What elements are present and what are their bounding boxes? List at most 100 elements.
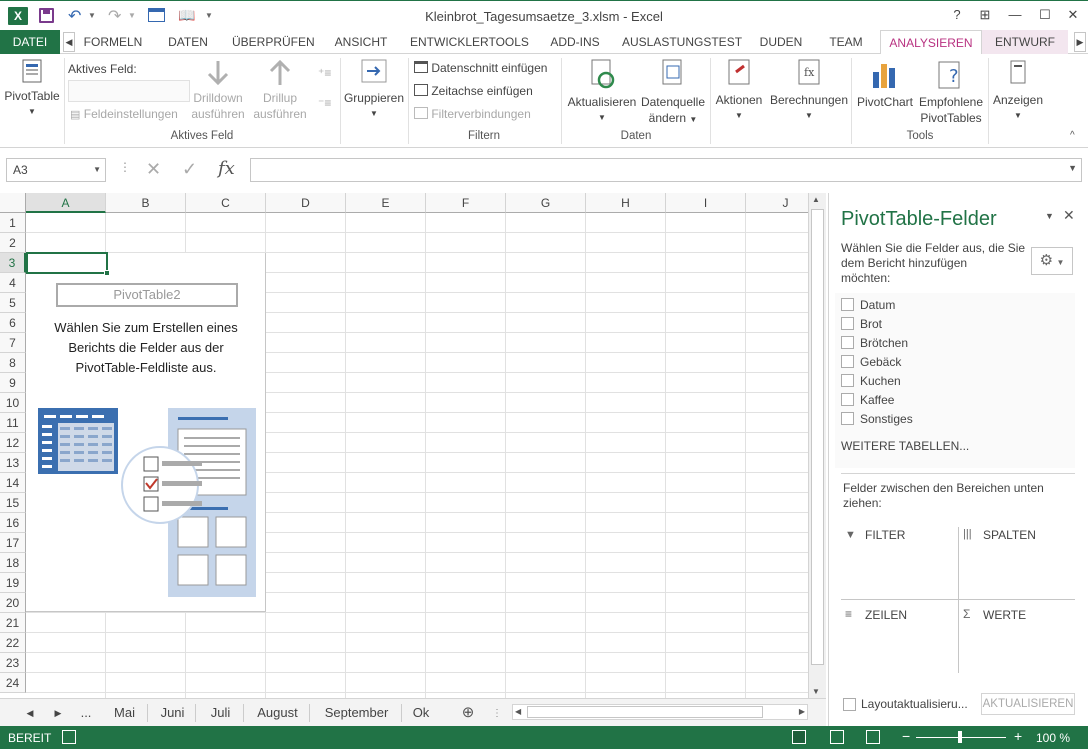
- hscroll-thumb[interactable]: [527, 706, 763, 718]
- select-all-corner[interactable]: [0, 193, 26, 213]
- new-sheet-icon[interactable]: ⊕: [458, 704, 478, 722]
- sheet-tab-august[interactable]: August: [246, 704, 310, 722]
- column-header-g[interactable]: G: [506, 193, 586, 213]
- row-header-6[interactable]: 6: [0, 313, 26, 333]
- change-datasource-button[interactable]: Datenquelle ändern ▼: [638, 58, 708, 128]
- row-header-4[interactable]: 4: [0, 273, 26, 293]
- more-tables-link[interactable]: WEITERE TABELLEN...: [841, 439, 969, 453]
- slicer-button[interactable]: Datenschnitt einfügen: [414, 61, 547, 75]
- checkbox[interactable]: [841, 374, 854, 387]
- hscroll-right-icon[interactable]: ▶: [799, 707, 805, 716]
- help-button[interactable]: ?: [944, 5, 970, 25]
- fill-handle[interactable]: [104, 270, 110, 276]
- column-header-c[interactable]: C: [186, 193, 266, 213]
- tab-entwicklertools[interactable]: ENTWICKLERTOOLS: [410, 30, 529, 54]
- pivottable-placeholder[interactable]: PivotTable2 Wählen Sie zum Erstellen ein…: [26, 253, 266, 612]
- tools-dropdown[interactable]: ⚙ ▼: [1031, 247, 1073, 275]
- column-header-e[interactable]: E: [346, 193, 426, 213]
- tab-datei[interactable]: DATEI: [0, 30, 60, 54]
- tab-daten[interactable]: DATEN: [162, 30, 214, 54]
- sheet-next-icon[interactable]: ▶: [52, 704, 64, 722]
- update-button[interactable]: AKTUALISIEREN: [981, 693, 1075, 715]
- row-header-23[interactable]: 23: [0, 653, 26, 673]
- recommended-pivottables-button[interactable]: ? Empfohlene PivotTables: [914, 58, 988, 126]
- column-header-a[interactable]: A: [26, 193, 106, 213]
- close-button[interactable]: ✕: [1060, 5, 1086, 25]
- zoom-out-icon[interactable]: −: [902, 728, 910, 744]
- row-header-19[interactable]: 19: [0, 573, 26, 593]
- checkbox[interactable]: [841, 393, 854, 406]
- ribbon-display-button[interactable]: ⊞: [972, 5, 998, 25]
- row-header-22[interactable]: 22: [0, 633, 26, 653]
- horizontal-scrollbar[interactable]: ◀ ▶: [512, 704, 808, 720]
- row-header-11[interactable]: 11: [0, 413, 26, 433]
- field-gebaeck[interactable]: Gebäck: [841, 353, 901, 371]
- field-sonstiges[interactable]: Sonstiges: [841, 410, 913, 428]
- zoom-level[interactable]: 100 %: [1036, 731, 1070, 745]
- row-header-15[interactable]: 15: [0, 493, 26, 513]
- tab-formeln[interactable]: FORMELN: [80, 30, 146, 54]
- row-header-24[interactable]: 24: [0, 673, 26, 693]
- column-header-b[interactable]: B: [106, 193, 186, 213]
- page-layout-view-icon[interactable]: [830, 730, 844, 744]
- sheet-tab-juni[interactable]: Juni: [150, 704, 196, 722]
- pivotchart-button[interactable]: PivotChart: [854, 58, 916, 110]
- calculations-button[interactable]: fx Berechnungen ▼: [768, 58, 850, 124]
- zoom-slider-thumb[interactable]: [958, 731, 962, 743]
- tab-team[interactable]: TEAM: [824, 30, 868, 54]
- hscroll-left-icon[interactable]: ◀: [515, 707, 521, 716]
- row-header-12[interactable]: 12: [0, 433, 26, 453]
- row-header-7[interactable]: 7: [0, 333, 26, 353]
- area-filter[interactable]: ▼ FILTER: [841, 525, 957, 595]
- maximize-button[interactable]: ☐: [1032, 5, 1058, 25]
- sheet-tab-juli[interactable]: Juli: [198, 704, 244, 722]
- normal-view-icon[interactable]: [792, 730, 806, 744]
- tab-ansicht[interactable]: ANSICHT: [330, 30, 392, 54]
- field-kuchen[interactable]: Kuchen: [841, 372, 901, 390]
- panel-close-icon[interactable]: ✕: [1063, 207, 1075, 224]
- defer-update-checkbox[interactable]: [843, 698, 856, 711]
- scroll-down-icon[interactable]: ▼: [812, 687, 820, 696]
- row-header-2[interactable]: 2: [0, 233, 26, 253]
- row-header-17[interactable]: 17: [0, 533, 26, 553]
- sheet-more-left[interactable]: ...: [76, 704, 96, 722]
- name-box[interactable]: A3 ▼: [6, 158, 106, 182]
- field-settings-button[interactable]: ▤ Feldeinstellungen: [70, 107, 178, 121]
- row-header-1[interactable]: 1: [0, 213, 26, 233]
- worksheet-grid[interactable]: ABCDEFGHIJ 1 2 3 4 5 6 7 8 9 10 11 12 13 14 15 16 17 18 19…: [0, 193, 826, 698]
- tab-add-ins[interactable]: ADD-INS: [545, 30, 605, 54]
- sheet-prev-icon[interactable]: ◀: [24, 704, 36, 722]
- area-columns[interactable]: ||| SPALTEN: [959, 525, 1077, 595]
- tab-duden[interactable]: DUDEN: [756, 30, 806, 54]
- tab-scroll-right[interactable]: ▶: [1074, 32, 1086, 52]
- tab-auslastungstest[interactable]: AUSLASTUNGSTEST: [622, 30, 742, 54]
- refresh-button[interactable]: Aktualisieren ▼: [565, 58, 639, 126]
- field-broetchen[interactable]: Brötchen: [841, 334, 908, 352]
- sheet-tab-oktober[interactable]: Ok: [406, 704, 436, 722]
- area-values[interactable]: Σ WERTE: [959, 605, 1077, 675]
- zoom-in-icon[interactable]: +: [1014, 728, 1022, 744]
- row-header-21[interactable]: 21: [0, 613, 26, 633]
- row-header-20[interactable]: 20: [0, 593, 26, 613]
- active-cell-a3[interactable]: [26, 252, 108, 274]
- row-header-14[interactable]: 14: [0, 473, 26, 493]
- checkbox[interactable]: [841, 317, 854, 330]
- vertical-scrollbar[interactable]: ▲ ▼: [808, 193, 826, 698]
- enter-icon[interactable]: ✓: [182, 159, 197, 180]
- row-header-13[interactable]: 13: [0, 453, 26, 473]
- column-header-f[interactable]: F: [426, 193, 506, 213]
- insert-function-icon[interactable]: fx: [218, 158, 235, 179]
- gruppieren-button[interactable]: Gruppieren ▼: [342, 58, 406, 122]
- scroll-thumb[interactable]: [811, 209, 824, 665]
- column-header-h[interactable]: H: [586, 193, 666, 213]
- actions-button[interactable]: Aktionen ▼: [712, 58, 766, 124]
- tab-splitter-icon[interactable]: ⋮: [492, 708, 502, 719]
- expand-field-icon[interactable]: ⁺≡: [318, 66, 331, 80]
- field-datum[interactable]: Datum: [841, 296, 895, 314]
- row-header-3[interactable]: 3: [0, 253, 26, 273]
- show-button[interactable]: Anzeigen ▼: [990, 58, 1046, 124]
- field-brot[interactable]: Brot: [841, 315, 882, 333]
- formula-input[interactable]: ▼: [250, 158, 1082, 182]
- row-header-5[interactable]: 5: [0, 293, 26, 313]
- area-rows[interactable]: ≡ ZEILEN: [841, 605, 957, 675]
